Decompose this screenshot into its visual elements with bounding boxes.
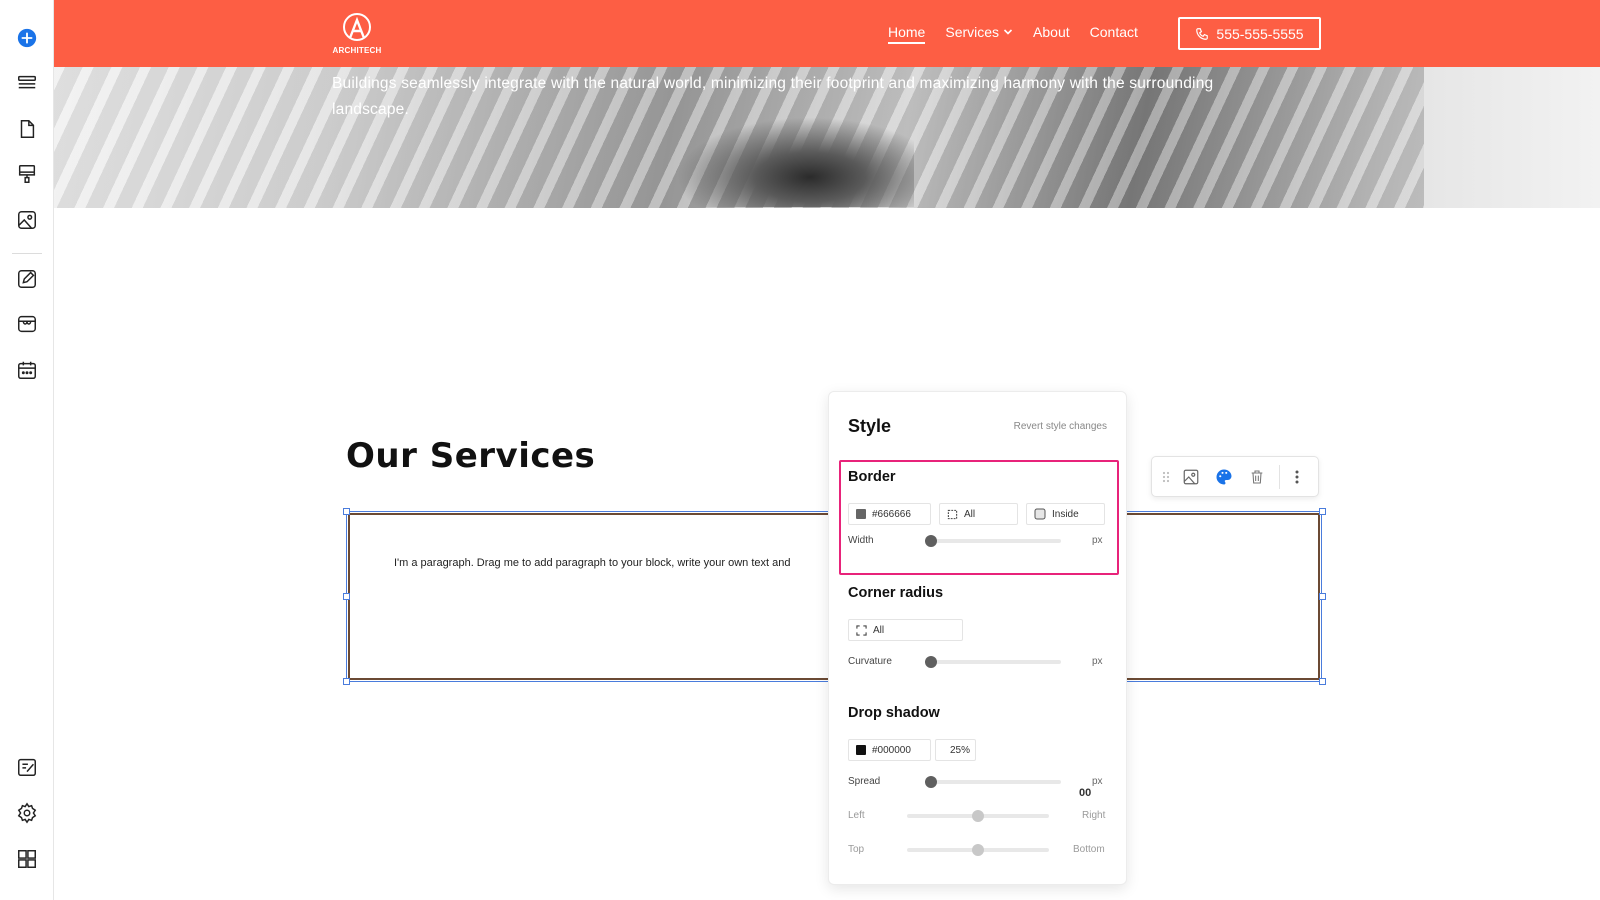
border-color-field[interactable]: #666666: [848, 503, 931, 525]
curvature-slider[interactable]: [925, 656, 937, 668]
image-icon[interactable]: [15, 208, 39, 232]
trash-icon[interactable]: [1247, 467, 1267, 487]
settings-icon[interactable]: [15, 801, 39, 825]
shadow-left-label: Left: [848, 810, 865, 821]
border-width-unit: px: [1092, 535, 1103, 546]
resize-handle-left[interactable]: [343, 593, 350, 600]
paragraph-text[interactable]: I'm a paragraph. Drag me to add paragrap…: [394, 557, 790, 569]
curvature-unit: px: [1092, 656, 1103, 667]
resize-handle-bottom-left[interactable]: [343, 678, 350, 685]
drop-shadow-heading: Drop shadow: [848, 705, 940, 721]
shadow-color-field[interactable]: #000000: [848, 739, 931, 761]
resize-handle-top-right[interactable]: [1319, 508, 1326, 515]
drag-handle-icon[interactable]: [1156, 467, 1176, 487]
hero-text: Buildings seamlessly integrate with the …: [332, 75, 1214, 118]
border-color-value: #666666: [872, 508, 911, 520]
corner-value: All: [873, 624, 885, 636]
border-inside-icon: [1034, 508, 1046, 520]
border-width-track[interactable]: [929, 539, 1061, 543]
editor-sidebar: [0, 0, 54, 900]
add-icon[interactable]: [15, 26, 39, 50]
corner-radius-heading: Corner radius: [848, 585, 944, 601]
shadow-top-label: Top: [848, 844, 865, 855]
border-position-select[interactable]: Inside: [1026, 503, 1105, 525]
border-width-label: Width: [848, 535, 874, 546]
phone-button[interactable]: 555-555-5555: [1178, 17, 1321, 50]
site-header: ARCHITECH Home Services About Contact 55…: [54, 0, 1600, 67]
style-panel-title: Style: [848, 416, 892, 436]
border-sides-value: All: [964, 508, 976, 520]
spread-unit: px: [1092, 776, 1103, 787]
logo-mark-icon: [343, 13, 371, 41]
toolbar-divider: [1279, 465, 1280, 489]
corner-select[interactable]: All: [848, 619, 963, 641]
shadow-right-label: Right: [1082, 810, 1106, 821]
nav-services-label: Services: [945, 23, 1000, 40]
border-heading: Border: [848, 469, 896, 485]
site-logo[interactable]: ARCHITECH: [332, 12, 392, 58]
shadow-color-value: #000000: [872, 744, 911, 756]
border-all-icon: [947, 509, 958, 519]
phone-number: 555-555-5555: [1216, 25, 1304, 42]
shadow-opacity-field[interactable]: 25%: [935, 739, 976, 761]
edit-icon[interactable]: [15, 267, 39, 291]
editor-root: ARCHITECH Home Services About Contact 55…: [0, 0, 1600, 900]
style-panel: Style Revert style changes Border #66666…: [828, 391, 1127, 885]
logo-text: ARCHITECH: [332, 46, 382, 55]
phone-icon: [1196, 27, 1209, 40]
hero-image-edge: [1424, 67, 1600, 208]
sidebar-divider: [12, 253, 42, 254]
layers-icon[interactable]: [15, 71, 39, 95]
services-title[interactable]: Our Services: [346, 436, 595, 476]
shadow-bottom-label: Bottom: [1073, 844, 1105, 855]
revert-style-link[interactable]: Revert style changes: [1014, 421, 1107, 432]
border-color-swatch: [856, 509, 866, 519]
hero-section: Buildings seamlessly integrate with the …: [54, 67, 1600, 208]
shadow-vertical-slider[interactable]: [972, 844, 984, 856]
curvature-track[interactable]: [929, 660, 1061, 664]
page-icon[interactable]: [15, 117, 39, 141]
nav-home[interactable]: Home: [888, 24, 926, 44]
spread-label: Spread: [848, 776, 881, 787]
shadow-color-swatch: [856, 745, 866, 755]
store-icon[interactable]: [15, 312, 39, 336]
border-sides-select[interactable]: All: [939, 503, 1018, 525]
calendar-icon[interactable]: [15, 358, 39, 382]
image-icon[interactable]: [1181, 467, 1201, 487]
border-width-slider[interactable]: [925, 535, 937, 547]
resize-handle-top-left[interactable]: [343, 508, 350, 515]
block-toolbar: [1151, 456, 1319, 497]
nav-services[interactable]: Services: [945, 24, 1013, 44]
spread-slider[interactable]: [925, 776, 937, 788]
apps-icon[interactable]: [15, 847, 39, 871]
palette-icon[interactable]: [1214, 467, 1234, 487]
site-design-icon[interactable]: [15, 755, 39, 779]
paint-roller-icon[interactable]: [15, 162, 39, 186]
nav-about[interactable]: About: [1033, 24, 1070, 44]
corners-all-icon: [856, 624, 867, 636]
curvature-label: Curvature: [848, 656, 892, 667]
main-nav: Home Services About Contact: [888, 0, 1138, 67]
chevron-down-icon: [1003, 28, 1013, 35]
resize-handle-right[interactable]: [1319, 593, 1326, 600]
resize-handle-bottom-right[interactable]: [1319, 678, 1326, 685]
more-icon[interactable]: [1287, 467, 1307, 487]
border-position-value: Inside: [1052, 508, 1079, 520]
shadow-opacity-value: 25%: [949, 744, 970, 756]
spread-value[interactable]: 00: [1079, 787, 1091, 799]
spread-track[interactable]: [929, 780, 1061, 784]
shadow-horizontal-slider[interactable]: [972, 810, 984, 822]
nav-contact[interactable]: Contact: [1090, 24, 1138, 44]
